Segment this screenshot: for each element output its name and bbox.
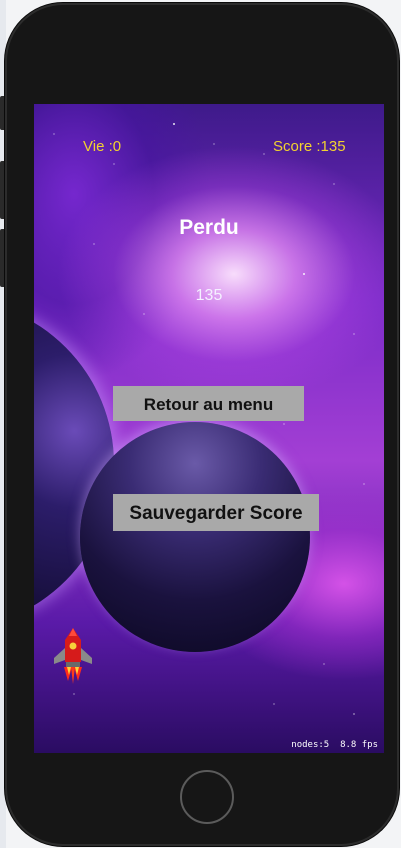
lives-label: Vie :0 bbox=[83, 138, 122, 155]
game-over-title: Perdu bbox=[179, 216, 239, 239]
score-label: Score :135 bbox=[273, 138, 346, 155]
home-button[interactable] bbox=[180, 770, 234, 824]
fps-counter: 8.8 fps bbox=[340, 740, 378, 750]
return-to-menu-button[interactable]: Retour au menu bbox=[113, 386, 304, 421]
final-score: 135 bbox=[195, 287, 223, 304]
game-screen[interactable]: Vie :0 Score :135 Perdu 135 Retour au me… bbox=[34, 104, 384, 753]
save-score-button[interactable]: Sauvegarder Score bbox=[113, 494, 319, 531]
rocket-ship-icon bbox=[54, 628, 92, 684]
node-count: nodes:5 bbox=[291, 740, 330, 750]
simulator-window: Vie :0 Score :135 Perdu 135 Retour au me… bbox=[0, 0, 401, 848]
phone-frame: Vie :0 Score :135 Perdu 135 Retour au me… bbox=[5, 3, 399, 846]
debug-stats: nodes:5 8.8 fps bbox=[291, 740, 378, 750]
planet-medium bbox=[80, 422, 310, 652]
